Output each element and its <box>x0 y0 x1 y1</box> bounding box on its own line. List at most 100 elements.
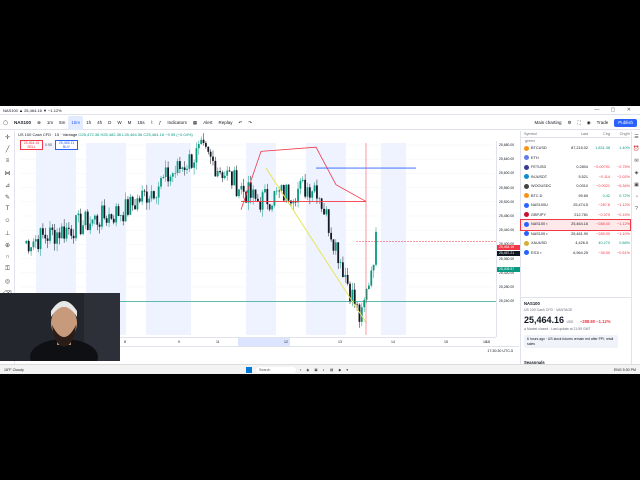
replay-button[interactable]: Replay <box>215 116 235 130</box>
weather-widget[interactable]: 18°F Cloudy <box>4 365 24 374</box>
col-chg-pct[interactable]: Chg% <box>610 131 630 137</box>
ruler-icon[interactable]: ⊥ <box>0 227 15 239</box>
symbol-logo-icon <box>524 240 529 246</box>
buy-button[interactable]: 25,465.11 BUY <box>55 140 78 150</box>
interval-w[interactable]: W <box>114 116 124 130</box>
crosshair-icon[interactable]: ✛ <box>0 131 15 143</box>
pattern-icon[interactable]: ⋈ <box>0 167 15 179</box>
layout-name-button[interactable]: Main charting <box>531 116 564 130</box>
interval-1h[interactable]: 1h <box>83 116 94 130</box>
webcam-presenter-image <box>0 293 120 361</box>
watchlist-icon[interactable]: ☰ <box>632 131 640 143</box>
watchlist-row[interactable]: ETH <box>521 154 630 164</box>
col-last[interactable]: Last <box>562 131 588 137</box>
interval-15s[interactable]: 15s <box>134 116 147 130</box>
alerts-icon[interactable]: ⏰ <box>632 143 640 155</box>
interval-4h[interactable]: 4h <box>94 116 105 130</box>
candle-body <box>75 215 77 239</box>
brush-icon[interactable]: ✎ <box>0 191 15 203</box>
help-icon[interactable]: ? <box>632 203 640 215</box>
templates-icon[interactable]: ▦ <box>190 116 200 130</box>
calendar-icon[interactable]: ▣ <box>632 179 640 191</box>
fullscreen-icon[interactable]: ⛶ <box>575 116 584 130</box>
watchlist-row[interactable]: ES1! ▪ 6,964.25 −35.50 −0.51% <box>521 249 630 259</box>
candle-body <box>32 241 35 248</box>
price-axis[interactable]: 25,680.00 25,640.00 25,600.00 25,560.00 25,5… <box>496 141 520 337</box>
start-icon[interactable] <box>246 367 252 373</box>
watchlist-row[interactable]: BTC.D 59.69 0.42 0.72% <box>521 192 630 202</box>
taskbar-search[interactable]: Search <box>256 367 296 373</box>
row-chg-pct: −2.02% <box>617 174 630 179</box>
sell-button[interactable]: 25,464.16 SELL <box>20 140 43 150</box>
col-chg[interactable]: Chg <box>588 131 610 137</box>
watchlist-row[interactable]: NAS100 ▪ 25,464.16 −288.00 −1.12% <box>520 219 631 231</box>
row-chg: 40.270 <box>598 241 610 245</box>
right-sidebar: ☰ ⏰ ✉ ◈ ▣ ◔ ? <box>631 131 640 374</box>
watchlist-row[interactable]: NAS100 ▪ 25,461.90 −285.90 −1.10% <box>521 230 630 240</box>
details-symbol[interactable]: NAS100 <box>524 301 628 306</box>
window-controls[interactable]: — ▢ ✕ <box>594 106 636 115</box>
symbol-details: NAS100 US 100 Cash CFD · VANTAGE 25,464.… <box>521 297 631 374</box>
candle-body <box>98 224 101 227</box>
taskbar-app-icons[interactable]: ▪ ◉ ▣ ◐ ▤ ◆ ● <box>300 365 350 374</box>
undo-icon[interactable]: ↶ <box>235 116 245 130</box>
candle-body <box>134 205 136 210</box>
col-symbol[interactable]: Symbol <box>524 131 562 137</box>
interval-5m[interactable]: 5m <box>56 116 68 130</box>
candle-body <box>320 198 323 209</box>
candle-body <box>228 170 231 172</box>
alert-button[interactable]: Alert <box>200 116 215 130</box>
chat-icon[interactable]: ✉ <box>632 155 640 167</box>
emoji-icon[interactable]: ☺ <box>0 215 15 227</box>
system-tray[interactable]: ENG 5:30 PM <box>614 365 636 374</box>
user-avatar-icon[interactable]: ◯ <box>0 116 11 130</box>
notifications-icon[interactable]: ◔ <box>632 191 640 203</box>
details-change: −288.80 −1.12% <box>579 319 611 324</box>
spread-value: 0.95 <box>45 143 52 147</box>
price-label: 25,560.00 <box>499 185 515 190</box>
redo-icon[interactable]: ↷ <box>245 116 255 130</box>
price-label: 25,360.00 <box>499 256 515 261</box>
watchlist-row[interactable]: BTCUSD 87,215.02 1,831.38 1.40% <box>521 144 630 154</box>
magnet-icon[interactable]: ∩ <box>0 251 15 263</box>
indicators-icon[interactable]: ƒ <box>156 116 165 130</box>
time-axis-highlight <box>238 338 290 346</box>
forecast-icon[interactable]: ⊿ <box>0 179 15 191</box>
browser-tab[interactable]: NAS100 ▲ 25,464.16 ▼ −1.12% <box>3 106 62 115</box>
eye-icon[interactable]: ◎ <box>0 275 15 287</box>
watchlist-row[interactable]: GBPJPY 212.781 −0.379 −0.15% <box>521 211 630 221</box>
row-symbol-text: INJUSDT <box>531 174 548 179</box>
add-symbol-icon[interactable]: ⊕ <box>34 116 44 130</box>
settings-icon[interactable]: ⚙ <box>565 116 575 130</box>
watchlist-row[interactable]: XAUUSD 4,426.5 40.270 0.88% <box>521 239 630 249</box>
zoom-icon[interactable]: ⊕ <box>0 239 15 251</box>
candle-body <box>124 199 127 222</box>
candle-body <box>105 218 108 223</box>
news-item[interactable]: 6 hours ago · US stock futures remain re… <box>524 335 618 349</box>
watchlist-row[interactable]: FETUSD 0.2804 −0.00791 −2.75% <box>521 163 630 173</box>
candle-body <box>363 299 366 308</box>
interval-d[interactable]: D <box>105 116 114 130</box>
indicators-button[interactable]: Indicators <box>164 116 190 130</box>
trend-line-icon[interactable]: ╱ <box>0 143 15 155</box>
row-last: 4,426.5 <box>575 241 588 245</box>
publish-button[interactable]: Publish <box>614 119 637 127</box>
watchlist-row[interactable]: NAS100U 25,474.5 −287.6 −1.12% <box>521 201 630 211</box>
utc-clock[interactable]: 17:30:30 UTC-5 <box>487 347 513 356</box>
trade-button[interactable]: Trade <box>594 116 612 130</box>
interval-m[interactable]: M <box>125 116 135 130</box>
fib-icon[interactable]: ≡ <box>0 155 15 167</box>
symbol-search-button[interactable]: NAS100 <box>11 116 34 130</box>
interval-15m[interactable]: 15m <box>68 115 84 130</box>
candle-body <box>127 199 129 215</box>
watchlist-row[interactable]: WOOUSDC 0.0310 −0.0021 −6.34% <box>521 182 630 192</box>
candle-body <box>216 170 219 177</box>
watchlist-row[interactable]: INJUSDT 5.521 −0.114 −2.02% <box>521 173 630 183</box>
camera-icon[interactable]: ◉ <box>584 116 594 130</box>
text-icon[interactable]: T <box>0 203 15 215</box>
lock-icon[interactable]: ⚿ <box>0 263 15 275</box>
price-label: 25,240.00 <box>499 299 515 304</box>
ideas-icon[interactable]: ◈ <box>632 167 640 179</box>
interval-1m[interactable]: 1m <box>44 116 56 130</box>
chart-type-icon[interactable]: ⌇ <box>148 116 156 130</box>
